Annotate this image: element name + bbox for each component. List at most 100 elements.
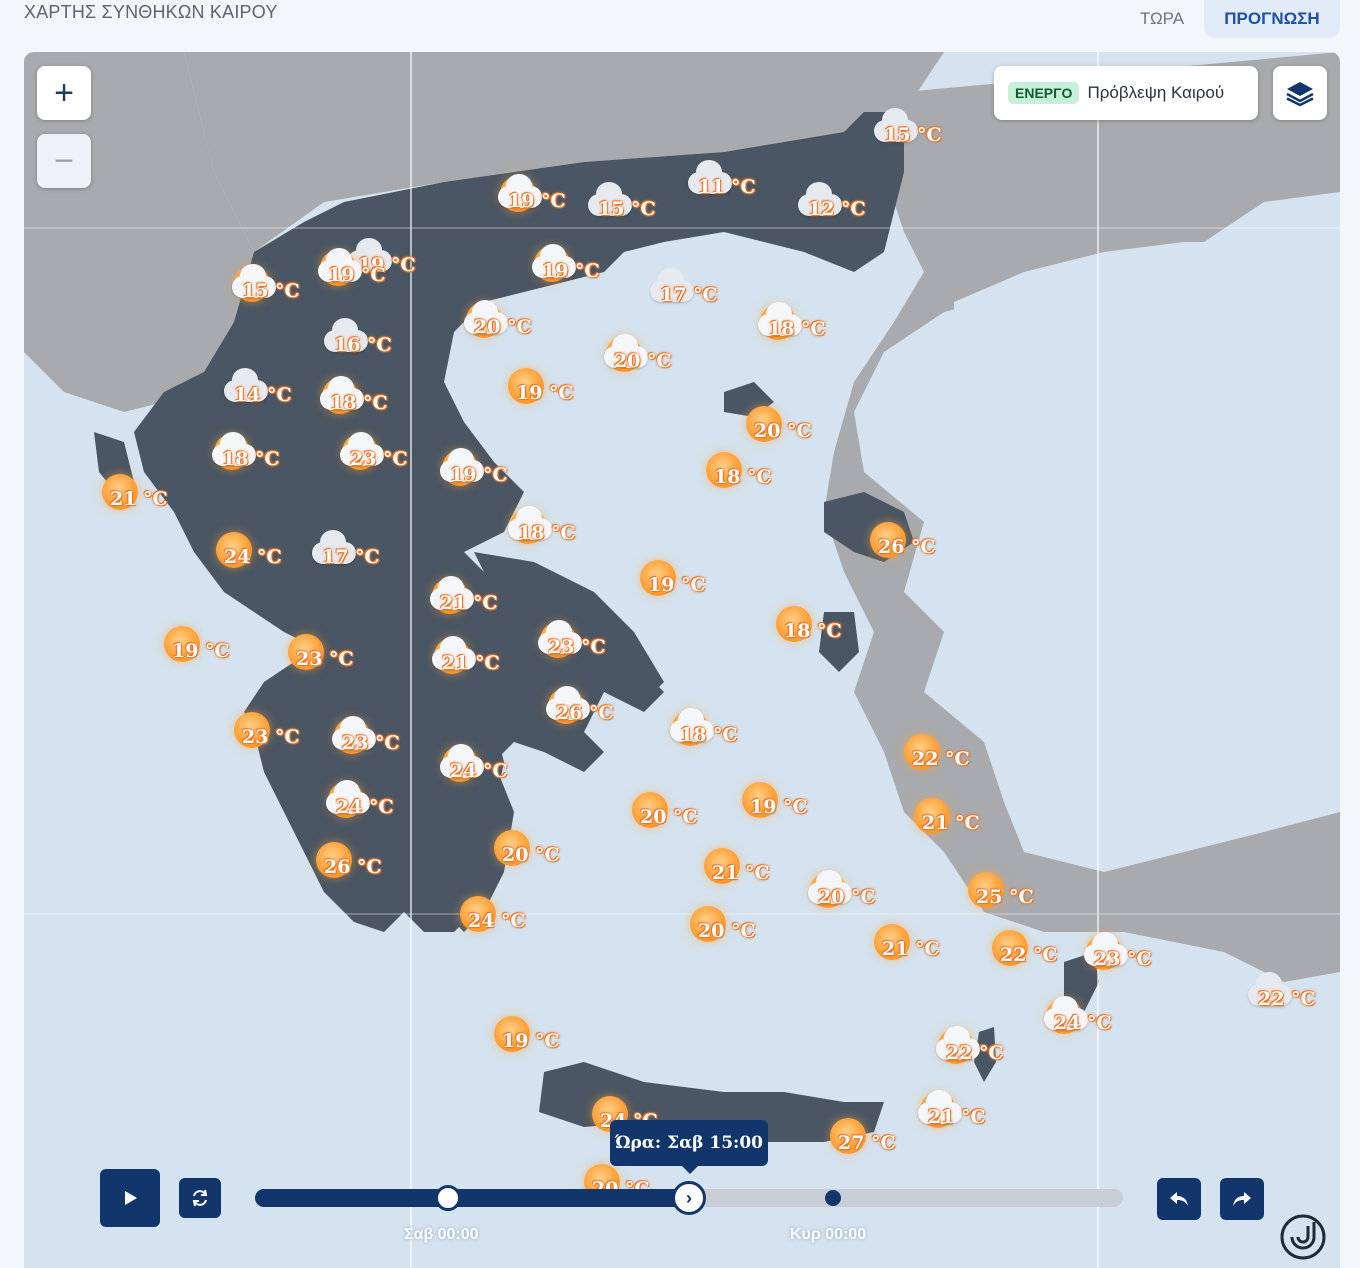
temperature-label: 24 °C [450,760,508,782]
weather-station[interactable]: 26 °C [870,520,960,566]
active-layer-chip[interactable]: ΕΝΕΡΓΟ Πρόβλεψη Καιρού [994,66,1258,120]
weather-station[interactable]: 20 °C [494,828,584,874]
weather-station[interactable]: 15 °C [588,182,680,228]
weather-station[interactable]: 18 °C [508,506,600,552]
weather-station[interactable]: 21 °C [918,1090,1010,1136]
weather-station[interactable]: 24 °C [440,744,532,790]
play-button[interactable] [100,1169,160,1227]
weather-station[interactable]: 26 °C [546,686,638,732]
weather-station[interactable]: 19 °C [318,248,410,294]
weather-station[interactable]: 27 °C [830,1116,920,1162]
temperature-label: 23 °C [242,726,300,748]
timeline-handle[interactable]: › [672,1181,706,1215]
weather-station[interactable]: 25 °C [968,870,1058,916]
weather-station[interactable]: 23 °C [340,432,432,478]
weather-station[interactable]: 26 °C [316,840,406,886]
loop-button[interactable] [179,1178,221,1218]
weather-station[interactable]: 24 °C [1044,996,1136,1042]
weather-station[interactable]: 22 °C [1248,972,1340,1018]
weather-station[interactable]: 22 °C [904,732,994,778]
weather-station[interactable]: 20 °C [808,870,900,916]
weather-station[interactable]: 18 °C [706,450,796,496]
temperature-label: 14 °C [234,384,292,406]
weather-station[interactable]: 24 °C [216,530,306,576]
temperature-label: 26 °C [324,856,382,878]
weather-station[interactable]: 19 °C [640,558,730,604]
weather-station[interactable]: 18 °C [212,432,304,478]
temperature-label: 19 °C [516,382,574,404]
weather-station[interactable]: 23 °C [332,716,424,762]
weather-station[interactable]: 16 °C [324,318,416,364]
step-back-button[interactable] [1157,1178,1201,1220]
weather-station[interactable]: 23 °C [234,710,324,756]
layers-button[interactable] [1273,66,1327,120]
weather-station[interactable]: 19 °C [494,1014,584,1060]
temperature-label: 24 °C [224,546,282,568]
weather-map[interactable]: + − ΕΝΕΡΓΟ Πρόβλεψη Καιρού 15 °C 19 °C 15 … [24,52,1340,1268]
weather-station[interactable]: 20 °C [632,790,722,836]
weather-station[interactable]: 23 °C [288,632,378,678]
weather-station[interactable]: 19 °C [508,366,598,412]
tick-label-sat: Σαβ 00:00 [404,1226,479,1243]
temperature-label: 22 °C [1258,988,1316,1010]
weather-station[interactable]: 19 °C [498,174,590,220]
weather-station[interactable]: 23 °C [538,620,630,666]
zoom-in-button[interactable]: + [37,66,91,120]
weather-station[interactable]: 22 °C [992,928,1082,974]
weather-station[interactable]: 21 °C [914,796,1004,842]
tab-forecast[interactable]: ΠΡΟΓΝΩΣΗ [1204,0,1340,38]
temperature-label: 24 °C [336,796,394,818]
zoom-out-button[interactable]: − [37,134,91,188]
weather-station[interactable]: 17 °C [312,530,404,576]
temperature-label: 22 °C [946,1042,1004,1064]
weather-station[interactable]: 21 °C [102,472,192,518]
weather-station[interactable]: 19 °C [164,624,254,670]
weather-station[interactable]: 21 °C [432,636,524,682]
weather-station[interactable]: 18 °C [670,708,762,754]
weather-station[interactable]: 20 °C [690,904,780,950]
weather-station[interactable]: 18 °C [320,376,412,422]
step-forward-button[interactable] [1220,1178,1264,1220]
temperature-label: 20 °C [818,886,876,908]
temperature-label: 23 °C [350,448,408,470]
temperature-label: 23 °C [342,732,400,754]
weather-station[interactable]: 15 °C [232,264,324,310]
page-title: ΧΑΡΤΗΣ ΣΥΝΘΗΚΩΝ ΚΑΙΡΟΥ [24,2,278,22]
temperature-label: 18 °C [784,620,842,642]
temperature-label: 19 °C [502,1030,560,1052]
weather-station[interactable]: 18 °C [758,302,850,348]
temperature-label: 20 °C [502,844,560,866]
loop-icon [192,1189,208,1207]
weather-station[interactable]: 21 °C [874,922,964,968]
weather-station[interactable]: 19 °C [532,244,624,290]
status-badge: ΕΝΕΡΓΟ [1008,82,1080,104]
temperature-label: 23 °C [548,636,606,658]
timeline-day-marker[interactable] [435,1185,461,1211]
timeline-track[interactable]: › [255,1181,1123,1215]
weather-station[interactable]: 17 °C [650,268,742,314]
weather-station[interactable]: 19 °C [440,448,532,494]
temperature-label: 18 °C [680,724,738,746]
weather-station[interactable]: 20 °C [464,300,556,346]
weather-station[interactable]: 19 °C [742,780,832,826]
weather-station[interactable]: 12 °C [798,182,890,228]
weather-station[interactable]: 24 °C [326,780,418,826]
weather-station[interactable]: 20 °C [604,334,696,380]
tab-now[interactable]: ΤΩΡΑ [1120,0,1204,38]
weather-station[interactable]: 24 °C [460,894,550,940]
timeline-day-marker[interactable] [825,1190,841,1206]
weather-station[interactable]: 11 °C [688,160,780,206]
temperature-label: 20 °C [614,350,672,372]
temperature-label: 11 °C [698,176,756,198]
weather-station[interactable]: 21 °C [430,576,522,622]
weather-station[interactable]: 14 °C [224,368,316,414]
temperature-label: 17 °C [322,546,380,568]
weather-station[interactable]: 23 °C [1084,932,1176,978]
weather-station[interactable]: 20 °C [746,404,836,450]
weather-station[interactable]: 21 °C [704,846,794,892]
weather-station[interactable]: 22 °C [936,1026,1028,1072]
weather-station[interactable]: 15 °C [874,108,966,154]
weather-station[interactable]: 18 °C [776,604,866,650]
temperature-label: 19 °C [328,264,386,286]
temperature-label: 19 °C [542,260,600,282]
